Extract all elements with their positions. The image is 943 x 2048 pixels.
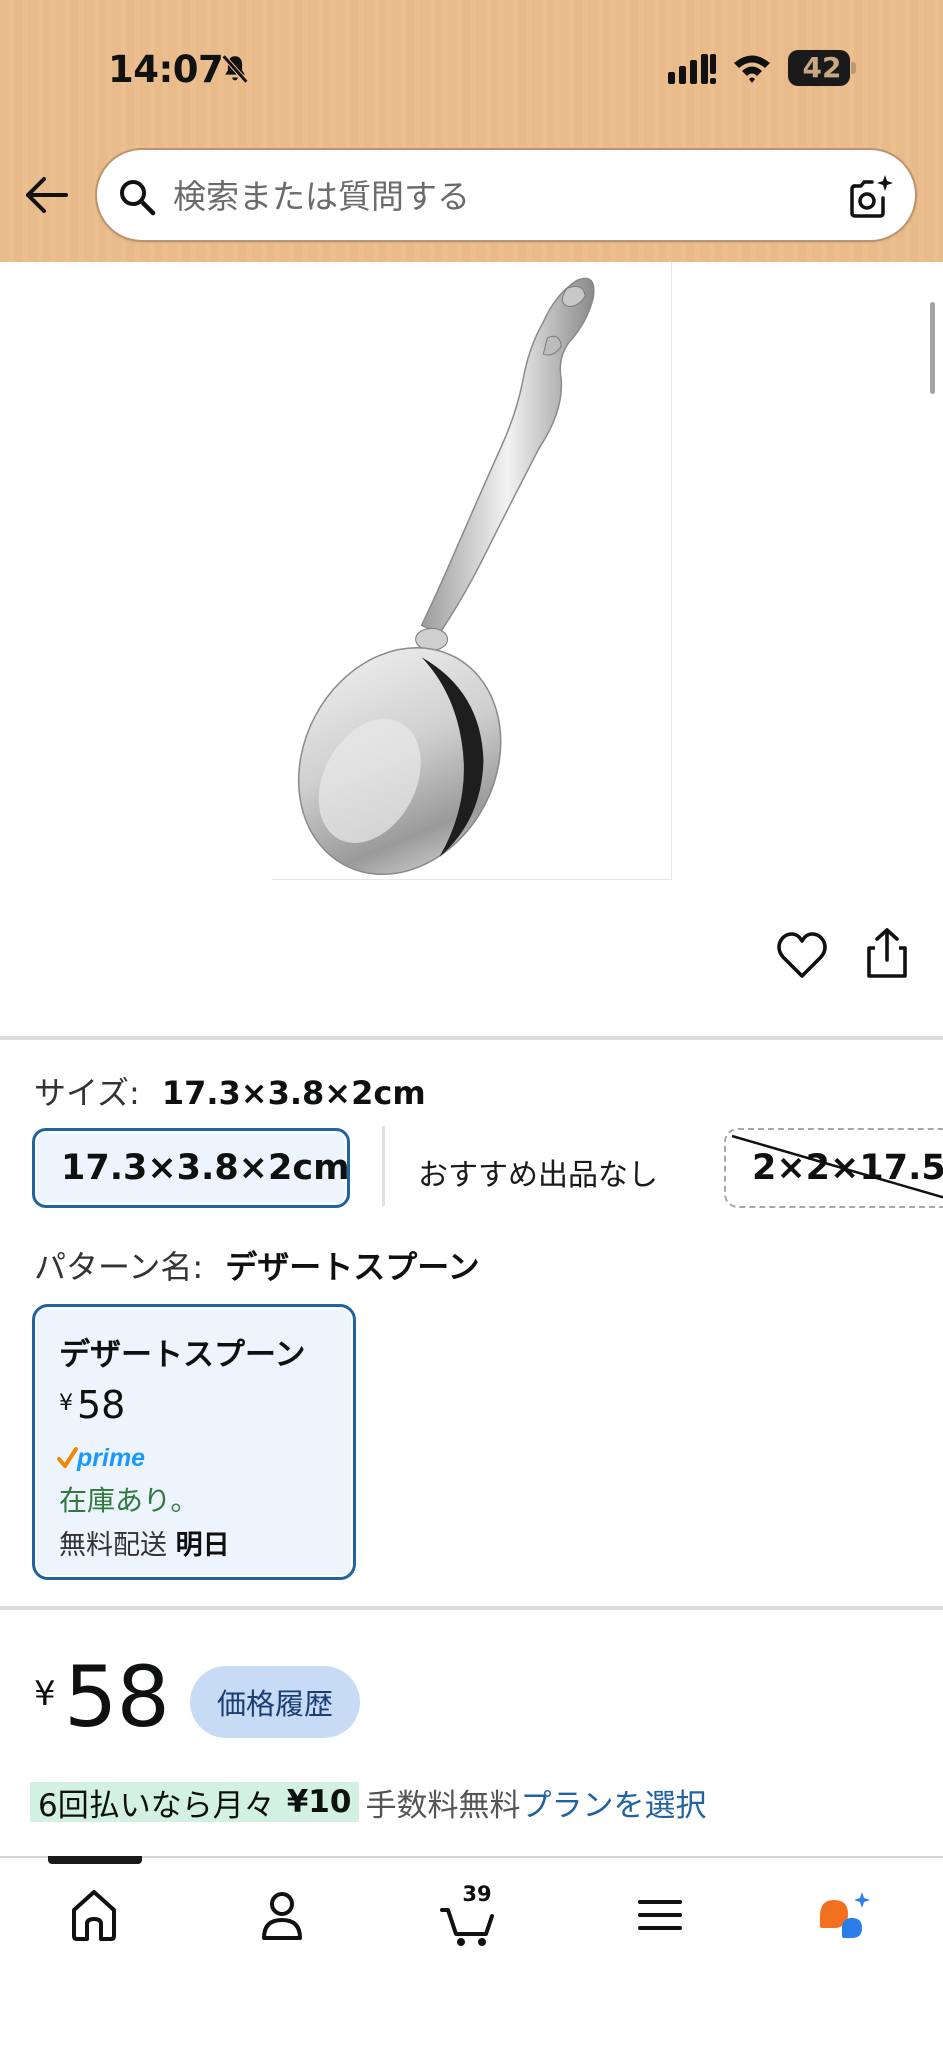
product-image-spoon[interactable] — [272, 262, 672, 880]
wifi-icon — [734, 55, 770, 83]
cart-count-badge: 39 — [462, 1882, 492, 1906]
search-icon — [120, 180, 156, 216]
battery-level: 42 — [802, 51, 842, 84]
size-option-label: 17.3×3.8×2cm — [61, 1148, 350, 1188]
price-history-button[interactable]: 価格履歴 — [190, 1666, 360, 1738]
pattern-option-card[interactable]: デザートスプーン ¥58 prime 在庫あり。 無料配送 明日 — [32, 1304, 356, 1580]
pattern-card-price: ¥58 — [59, 1383, 126, 1427]
camera-lens-icon[interactable] — [845, 172, 895, 222]
heart-icon[interactable] — [776, 930, 828, 982]
installment-highlight: 6回払いなら月々 ¥10 — [30, 1782, 360, 1824]
pattern-card-title: デザートスプーン — [59, 1337, 306, 1373]
size-label-row: サイズ: 17.3×3.8×2cm — [34, 1068, 426, 1114]
header: 14:07 42 — [0, 0, 943, 262]
no-recommended-offer-text: おすすめ出品なし — [418, 1158, 658, 1193]
section-divider — [0, 1036, 943, 1040]
size-option-unavailable[interactable]: 2×2×17.5cm — [724, 1128, 943, 1208]
back-arrow-icon[interactable] — [22, 170, 72, 220]
prime-text: prime — [76, 1444, 145, 1472]
status-time: 14:07 — [108, 48, 224, 91]
size-label: サイズ: — [34, 1074, 140, 1112]
pattern-selected-value: デザートスプーン — [225, 1248, 480, 1286]
nav-menu-icon[interactable] — [630, 1882, 690, 1948]
nav-home-icon[interactable] — [64, 1882, 124, 1948]
prime-badge-icon: prime — [57, 1444, 145, 1472]
signal-icon — [668, 54, 716, 84]
size-selected-value: 17.3×3.8×2cm — [161, 1074, 426, 1112]
size-option-selected[interactable]: 17.3×3.8×2cm — [32, 1128, 350, 1208]
pattern-label-row: パターン名: デザートスプーン — [34, 1242, 480, 1288]
search-bar[interactable] — [95, 148, 917, 242]
price-currency: ¥ — [34, 1674, 56, 1714]
stock-status: 在庫あり。 — [59, 1484, 199, 1517]
search-input[interactable] — [173, 166, 813, 226]
installment-fee: 手数料無料 — [365, 1787, 521, 1824]
section-divider — [0, 1606, 943, 1610]
price-amount: 58 — [64, 1648, 170, 1746]
select-plan-link[interactable]: プランを選択 — [520, 1780, 706, 1825]
image-scroll-indicator — [930, 302, 935, 394]
product-image-area — [0, 262, 943, 1038]
nav-account-icon[interactable] — [252, 1882, 312, 1948]
bell-muted-icon — [221, 54, 249, 84]
unavailable-strike-line — [731, 1134, 943, 1199]
pattern-label: パターン名: — [34, 1248, 204, 1286]
size-separator — [382, 1126, 385, 1206]
share-icon[interactable] — [862, 926, 912, 982]
battery-indicator: 42 — [788, 50, 856, 86]
installment-row: 6回払いなら月々 ¥10 手数料無料 プランを選択 — [30, 1778, 706, 1826]
delivery-info: 無料配送 明日 — [59, 1530, 230, 1561]
nav-rufus-ai-icon[interactable] — [816, 1882, 876, 1948]
active-tab-indicator — [48, 1856, 142, 1864]
